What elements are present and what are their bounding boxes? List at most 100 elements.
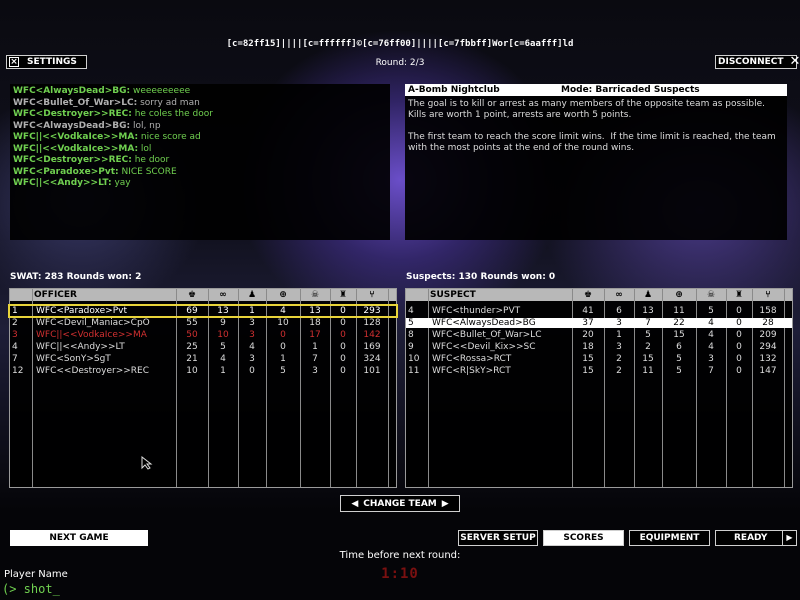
- chat-log[interactable]: WFC<AlwaysDead>BG: weeeeeeeee WFC<Bullet_…: [10, 84, 390, 240]
- server-setup-button[interactable]: SERVER SETUP: [458, 530, 538, 546]
- settings-button[interactable]: × SETTINGS: [6, 55, 87, 69]
- stat-cell: 0: [340, 318, 346, 328]
- player-row[interactable]: 3 WFC||<<VodkaIce>>MA 50 10 3 0 17 0 142: [10, 330, 396, 340]
- chat-message: WFC||<<VodkaIce>>MA: lol: [13, 144, 387, 156]
- ready-button[interactable]: READY ▶: [715, 530, 797, 546]
- stat-cell: 0: [736, 342, 742, 352]
- stat-cell: 0: [736, 306, 742, 316]
- skull-icon[interactable]: ☠: [300, 289, 330, 301]
- player-number: 1: [12, 306, 18, 316]
- server-name: [c=82ff15]||||[c=ffffff]©[c=76ff00]||||[…: [226, 39, 574, 49]
- player-row[interactable]: 10 WFC<Rossa>RCT 15 2 15 5 3 0 132: [406, 354, 792, 364]
- stat-cell: 11: [642, 366, 654, 376]
- player-row[interactable]: 4 WFC<thunder>PVT 41 6 13 11 5 0 158: [406, 306, 792, 316]
- skull-icon[interactable]: ☠: [696, 289, 726, 301]
- player-name: WFC<<Destroyer>>REC: [36, 366, 150, 376]
- crosshair-icon[interactable]: ⊕: [662, 289, 696, 301]
- player-row[interactable]: 2 WFC<Devil_Maniac>CpO 55 9 3 10 18 0 128: [10, 318, 396, 328]
- chat-sender: WFC<Paradoxe>Pvt:: [13, 166, 119, 177]
- player-row[interactable]: 12 WFC<<Destroyer>>REC 10 1 0 5 3 0 101: [10, 366, 396, 376]
- disconnect-button[interactable]: DISCONNECT ✕: [715, 54, 800, 69]
- medal-icon[interactable]: ♜: [726, 289, 752, 301]
- stat-cell: 11: [673, 306, 685, 316]
- stat-cell: 0: [340, 354, 346, 364]
- person-icon[interactable]: ♟: [634, 289, 662, 301]
- stat-cell: 101: [363, 366, 381, 376]
- stat-cell: 3: [249, 354, 255, 364]
- suspects-team-summary: Suspects: 130 Rounds won: 0: [406, 272, 556, 282]
- player-row[interactable]: 5 WFC<AlwaysDead>BG 37 3 7 22 4 0 28: [406, 318, 792, 328]
- equipment-button[interactable]: EQUIPMENT: [629, 530, 710, 546]
- player-name: WFC<<Devil_Kix>>SC: [432, 342, 536, 352]
- fork-icon[interactable]: ⑂: [356, 289, 388, 301]
- stat-cell: 293: [363, 306, 381, 316]
- stat-cell: 5: [676, 354, 682, 364]
- stat-cell: 294: [759, 342, 777, 352]
- chat-text: nice score ad: [138, 132, 201, 142]
- person-icon[interactable]: ♟: [238, 289, 266, 301]
- stat-cell: 6: [676, 342, 682, 352]
- player-name: WFC||<<VodkaIce>>MA: [36, 330, 147, 340]
- stat-cell: 142: [363, 330, 381, 340]
- player-row[interactable]: 8 WFC<Bullet_Of_War>LC 20 1 5 15 4 0 209: [406, 330, 792, 340]
- stat-cell: 22: [673, 318, 685, 328]
- ready-label: READY: [734, 533, 768, 543]
- stat-cell: 4: [708, 318, 714, 328]
- column-header-player[interactable]: SUSPECT: [430, 289, 570, 301]
- stat-cell: 1: [249, 306, 255, 316]
- stat-cell: 147: [759, 366, 777, 376]
- stat-cell: 15: [582, 354, 594, 364]
- player-row[interactable]: 9 WFC<<Devil_Kix>>SC 18 3 2 6 4 0 294: [406, 342, 792, 352]
- time-before-next-round-label: Time before next round:: [339, 550, 461, 561]
- mouse-cursor-icon: [141, 456, 153, 470]
- column-header-player[interactable]: OFFICER: [34, 289, 174, 301]
- player-number: 11: [408, 366, 420, 376]
- player-row[interactable]: 7 WFC<SonY>SgT 21 4 3 1 7 0 324: [10, 354, 396, 364]
- swat-team-summary: SWAT: 283 Rounds won: 2: [10, 272, 142, 282]
- next-game-button[interactable]: NEXT GAME: [10, 530, 148, 546]
- chat-sender: WFC||<<Andy>>LT:: [13, 178, 112, 188]
- swat-scoreboard: OFFICER ♚ ∞ ♟ ⊕ ☠ ♜ ⑂ 1 WFC<Paradoxe>Pvt 69 13 1 4 13 0…: [8, 288, 398, 488]
- chat-text: he door: [131, 155, 170, 165]
- stat-cell: 0: [340, 366, 346, 376]
- stat-cell: 13: [642, 306, 654, 316]
- stat-cell: 0: [736, 318, 742, 328]
- change-team-button[interactable]: ◀ CHANGE TEAM ▶: [340, 495, 460, 512]
- stat-cell: 4: [280, 306, 286, 316]
- arrow-right-icon: ▶: [441, 498, 449, 509]
- chat-message: WFC<AlwaysDead>BG: weeeeeeeee: [13, 86, 387, 98]
- trophy-icon[interactable]: ♚: [572, 289, 604, 301]
- player-row[interactable]: 11 WFC<R|SkY>RCT 15 2 11 5 7 0 147: [406, 366, 792, 376]
- chat-sender: WFC||<<VodkaIce>>MA:: [13, 143, 139, 154]
- player-row[interactable]: 1 WFC<Paradoxe>Pvt 69 13 1 4 13 0 293: [8, 304, 398, 318]
- chat-sender: WFC<AlwaysDead>BG:: [13, 120, 131, 131]
- stat-cell: 20: [582, 330, 594, 340]
- handcuffs-icon[interactable]: ∞: [208, 289, 238, 301]
- scores-tab[interactable]: SCORES: [543, 530, 624, 546]
- player-name: WFC<Devil_Maniac>CpO: [36, 318, 150, 328]
- player-name: WFC<Bullet_Of_War>LC: [432, 330, 542, 340]
- stat-cell: 0: [280, 342, 286, 352]
- trophy-icon[interactable]: ♚: [176, 289, 208, 301]
- stat-cell: 13: [309, 306, 321, 316]
- fork-icon[interactable]: ⑂: [752, 289, 784, 301]
- close-icon: ✕: [789, 54, 800, 69]
- handcuffs-icon[interactable]: ∞: [604, 289, 634, 301]
- player-number: 5: [408, 318, 414, 328]
- player-row[interactable]: 4 WFC||<<Andy>>LT 25 5 4 0 1 0 169: [10, 342, 396, 352]
- medal-icon[interactable]: ♜: [330, 289, 356, 301]
- stat-cell: 15: [582, 366, 594, 376]
- player-name-label: Player Name: [4, 569, 68, 580]
- change-team-label: CHANGE TEAM: [363, 498, 437, 509]
- console-input[interactable]: (> shot_: [2, 582, 60, 596]
- chat-text: NICE SCORE: [118, 166, 177, 177]
- stat-cell: 0: [736, 354, 742, 364]
- crosshair-icon[interactable]: ⊕: [266, 289, 300, 301]
- settings-label: SETTINGS: [27, 57, 77, 67]
- game-mode: Mode: Barricaded Suspects: [561, 85, 700, 95]
- stat-cell: 3: [249, 318, 255, 328]
- chat-sender: WFC||<<VodkaIce>>MA:: [13, 132, 139, 142]
- player-number: 9: [408, 342, 414, 352]
- chat-text: he coles the door: [131, 109, 213, 119]
- player-name: WFC<thunder>PVT: [432, 306, 521, 316]
